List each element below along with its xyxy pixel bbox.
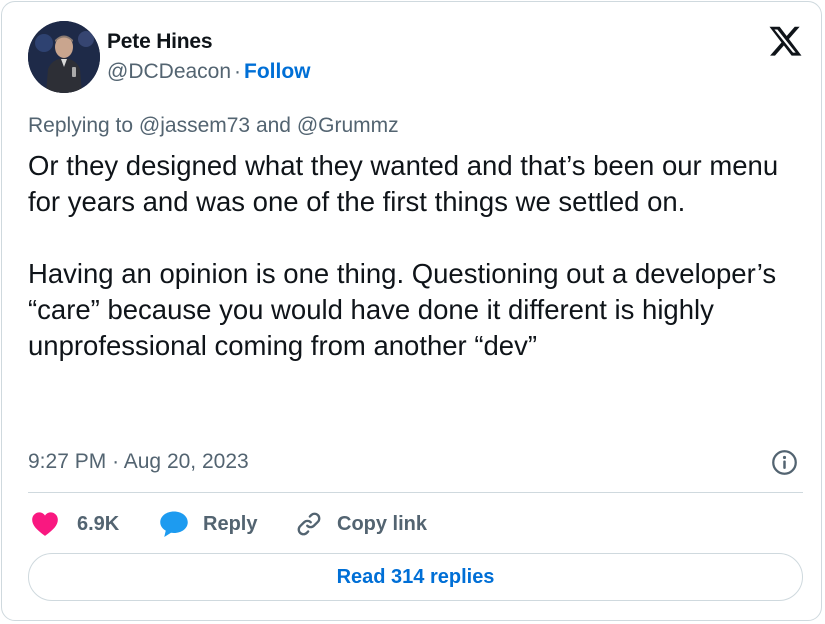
timestamp[interactable]: 9:27 PM · Aug 20, 2023 bbox=[28, 450, 249, 474]
reply-prefix: Replying to bbox=[28, 114, 134, 137]
read-replies-button[interactable]: Read 314 replies bbox=[28, 553, 803, 601]
like-count: 6.9K bbox=[77, 512, 120, 535]
reply-label: Reply bbox=[203, 512, 258, 535]
avatar[interactable] bbox=[28, 21, 100, 93]
reply-conjunction: and bbox=[255, 114, 291, 137]
link-icon bbox=[297, 512, 321, 536]
like-button[interactable]: 6.9K bbox=[31, 507, 119, 541]
timestamp-date: Aug 20, 2023 bbox=[123, 450, 249, 473]
reply-context: Replying to @jassem73 and @Grummz bbox=[28, 114, 399, 138]
heart-icon bbox=[32, 512, 58, 536]
follow-button[interactable]: Follow bbox=[244, 60, 311, 83]
divider bbox=[28, 492, 803, 493]
reply-button[interactable]: Reply bbox=[159, 507, 257, 541]
tweet-card: Pete Hines @DCDeacon · Follow Replying to … bbox=[1, 1, 822, 621]
mention-link[interactable]: @Grummz bbox=[297, 114, 399, 137]
timestamp-separator: · bbox=[112, 450, 120, 473]
author-name[interactable]: Pete Hines bbox=[107, 30, 213, 54]
x-logo-icon[interactable] bbox=[768, 26, 802, 57]
author-handle-line: @DCDeacon · Follow bbox=[107, 60, 311, 84]
author-handle[interactable]: @DCDeacon bbox=[107, 60, 231, 83]
tweet-paragraph: Or they designed what they wanted and th… bbox=[28, 150, 779, 217]
mention-link[interactable]: @jassem73 bbox=[139, 114, 250, 137]
tweet-text: Or they designed what they wanted and th… bbox=[28, 148, 808, 364]
tweet-paragraph: Having an opinion is one thing. Question… bbox=[28, 258, 777, 361]
copy-link-label: Copy link bbox=[337, 512, 428, 535]
timestamp-time: 9:27 PM bbox=[28, 450, 107, 473]
speech-bubble-icon bbox=[160, 511, 188, 537]
handle-separator: · bbox=[234, 60, 242, 83]
copy-link-button[interactable]: Copy link bbox=[295, 507, 427, 541]
info-icon[interactable] bbox=[771, 449, 798, 476]
avatar-image bbox=[28, 21, 100, 93]
